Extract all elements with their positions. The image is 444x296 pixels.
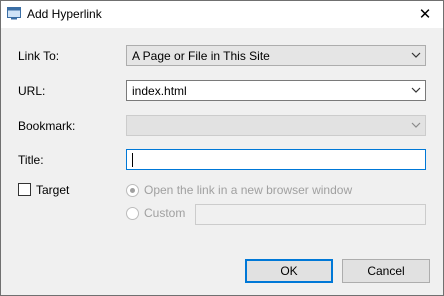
window-title: Add Hyperlink [27,7,102,21]
title-label: Title: [18,153,44,167]
text-caret [132,153,133,167]
radio-selected-dot [130,188,135,193]
add-hyperlink-dialog: Add Hyperlink ✕ Link To: A Page or File … [0,0,444,296]
url-value: index.html [132,84,187,98]
url-label: URL: [18,84,46,98]
custom-target-input [195,204,426,225]
close-button[interactable]: ✕ [407,1,443,28]
bookmark-label: Bookmark: [18,119,76,133]
chevron-down-icon [411,122,421,128]
open-new-window-radio [126,184,139,197]
cancel-button[interactable]: Cancel [342,259,430,283]
link-to-dropdown[interactable]: A Page or File in This Site [126,45,426,66]
target-label[interactable]: Target [36,183,69,197]
close-icon: ✕ [418,6,432,23]
link-to-value: A Page or File in This Site [132,49,270,63]
custom-label: Custom [144,206,186,220]
title-input[interactable] [126,149,426,170]
open-new-window-label: Open the link in a new browser window [144,183,353,197]
url-combobox[interactable]: index.html [126,80,426,101]
chevron-down-icon[interactable] [411,87,421,94]
bookmark-dropdown [126,115,426,136]
chevron-down-icon [411,52,421,58]
target-checkbox[interactable] [18,183,31,196]
title-bar[interactable]: Add Hyperlink ✕ [1,1,443,28]
link-to-label: Link To: [18,49,60,63]
custom-radio [126,207,139,220]
app-window-icon [7,7,21,20]
ok-button[interactable]: OK [245,259,333,283]
